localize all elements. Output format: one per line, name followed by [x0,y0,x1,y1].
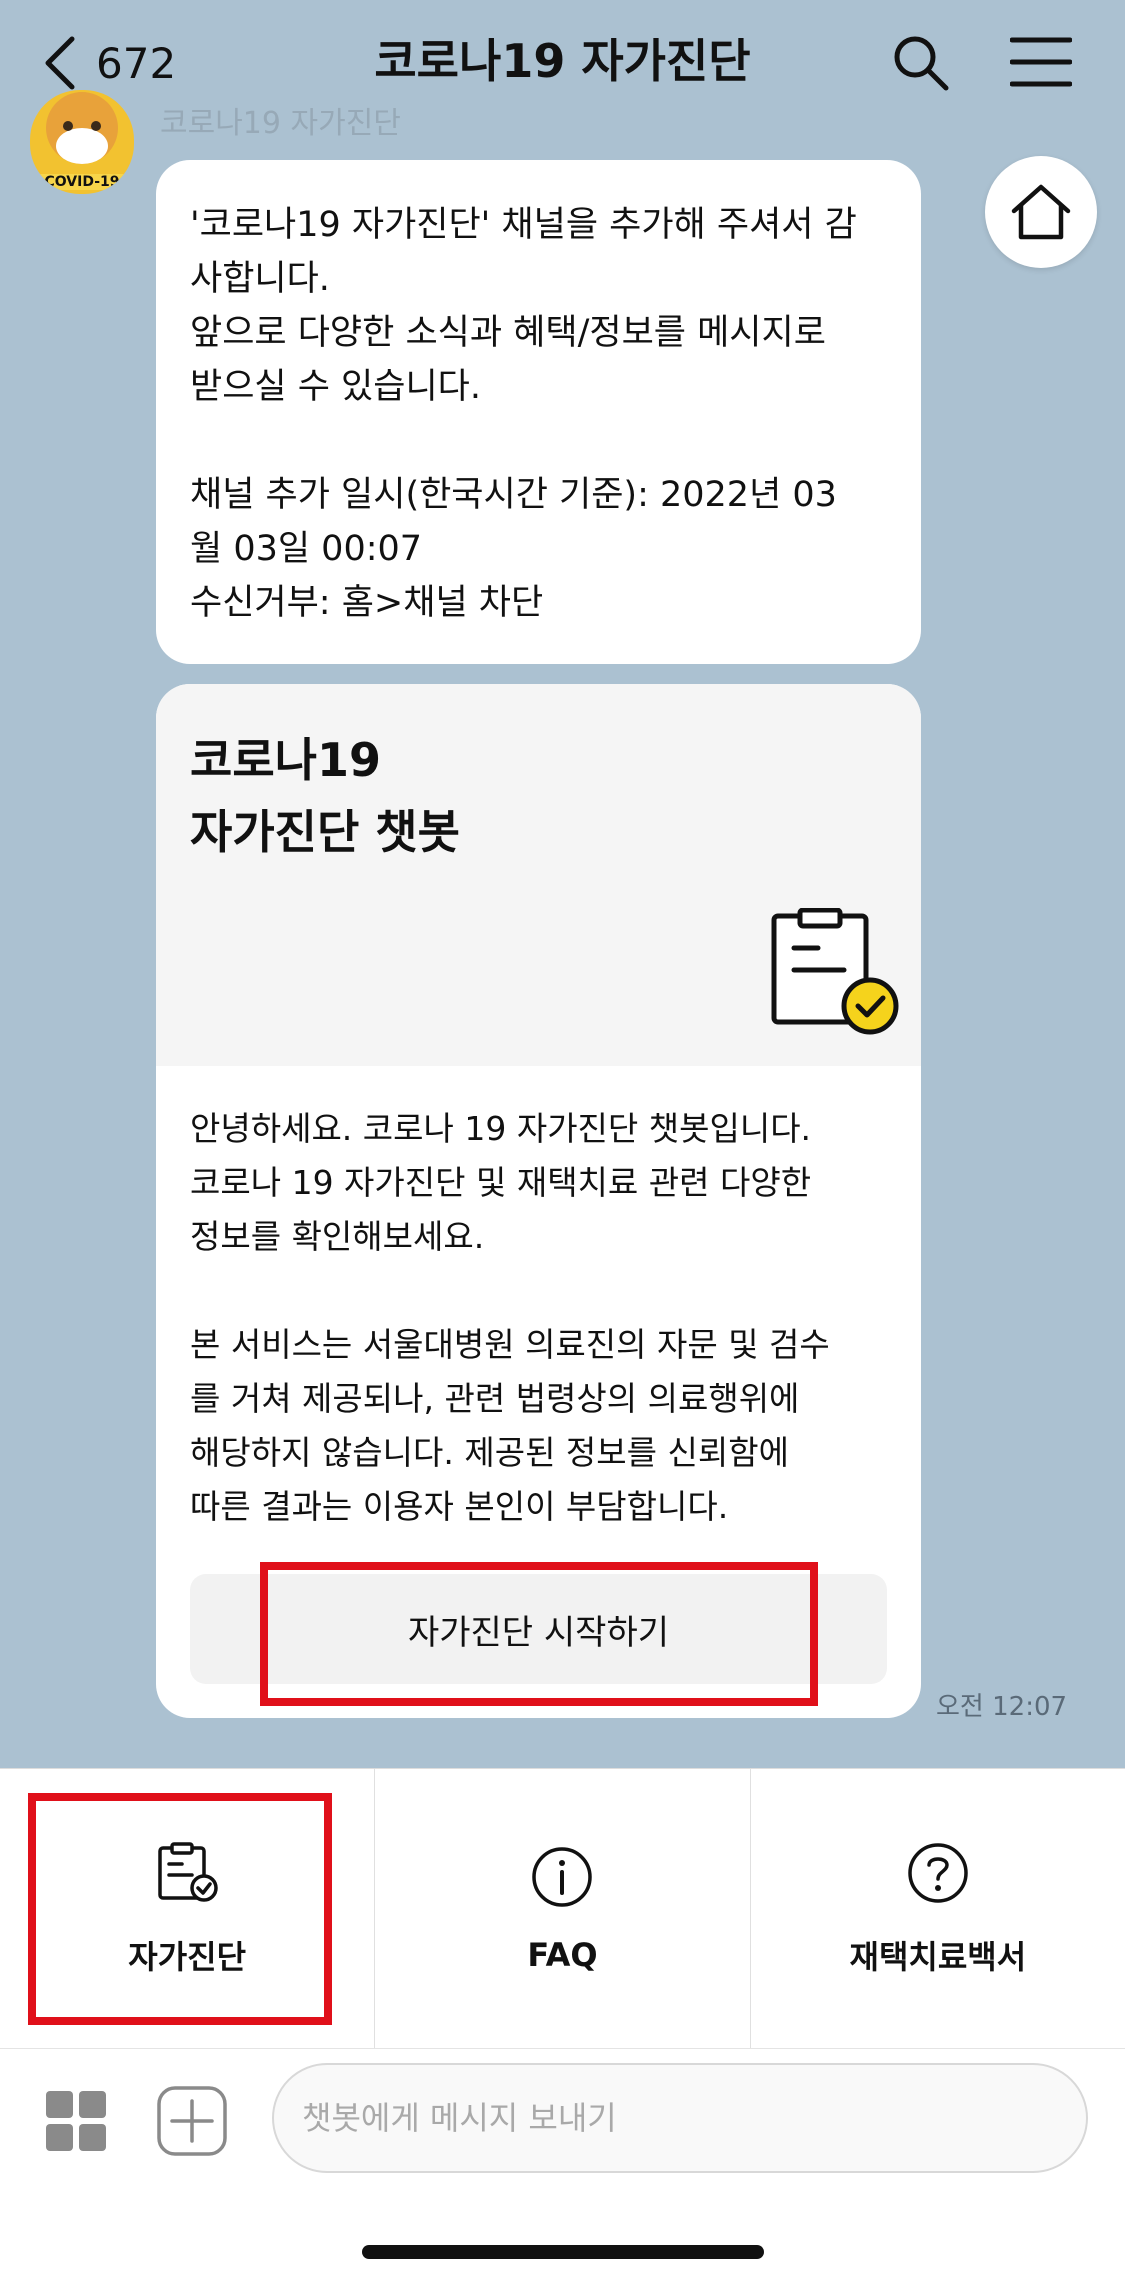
home-indicator [362,2245,764,2259]
message-timestamp: 오전 12:07 [936,1692,1068,1722]
page-title: 코로나19 자가진단 [374,34,751,88]
quick-menu-label: 자가진단 [128,1937,247,1976]
clipboard-check-icon [771,908,899,1035]
search-icon[interactable] [890,32,950,92]
quick-menu-label: FAQ [527,1935,598,1974]
message-text: '코로나19 자가진단' 채널을 추가해 주셔서 감 사합니다. 앞으로 다양한… [190,205,857,623]
hamburger-menu-icon[interactable] [1010,36,1072,88]
home-icon [1011,184,1071,240]
sender-name: 코로나19 자가진단 [160,106,401,141]
question-icon [908,1842,968,1903]
card-body: 안녕하세요. 코로나 19 자가진단 챗봇입니다. 코로나 19 자가진단 및 … [190,1102,905,1534]
start-self-diagnosis-button[interactable]: 자가진단 시작하기 [190,1574,887,1684]
quick-menu-self-diagnosis[interactable]: 자가진단 [0,1769,376,2048]
card-title-line2: 자가진단 챗봇 [190,805,460,859]
quick-menu-label: 재택치료백서 [849,1937,1027,1976]
info-icon [532,1846,593,1907]
chatbot-card: 코로나19 자가진단 챗봇 안녕하세요. 코로나 19 자가진단 챗봇입니다. … [156,684,921,1718]
quick-menu-faq[interactable]: FAQ [375,1769,751,2048]
home-button[interactable] [985,156,1097,268]
card-title: 코로나19 자가진단 챗봇 [190,724,460,868]
quick-menu: 자가진단 FAQ 재택치료백서 [0,1768,1125,2048]
card-paragraph-1: 안녕하세요. 코로나 19 자가진단 챗봇입니다. 코로나 19 자가진단 및 … [190,1109,812,1256]
avatar-tag: COVID-19 [30,174,134,190]
card-paragraph-2: 본 서비스는 서울대병원 의료진의 자문 및 검수 를 거쳐 제공되나, 관련 … [190,1325,830,1526]
card-hero: 코로나19 자가진단 챗봇 [156,684,921,1066]
card-title-line1: 코로나19 [190,733,381,787]
chat-area: 672 코로나19 자가진단 COVID-19 코로나19 자가진단 '코로나1… [0,0,1125,1768]
message-input[interactable] [272,2063,1088,2173]
add-attachment-icon[interactable] [156,2085,228,2157]
clipboard-check-icon [158,1841,218,1902]
grid-menu-icon[interactable] [44,2089,108,2153]
quick-menu-home-care-guide[interactable]: 재택치료백서 [751,1769,1125,2048]
avatar[interactable]: COVID-19 [30,90,134,194]
message-bubble: '코로나19 자가진단' 채널을 추가해 주셔서 감 사합니다. 앞으로 다양한… [156,160,921,664]
